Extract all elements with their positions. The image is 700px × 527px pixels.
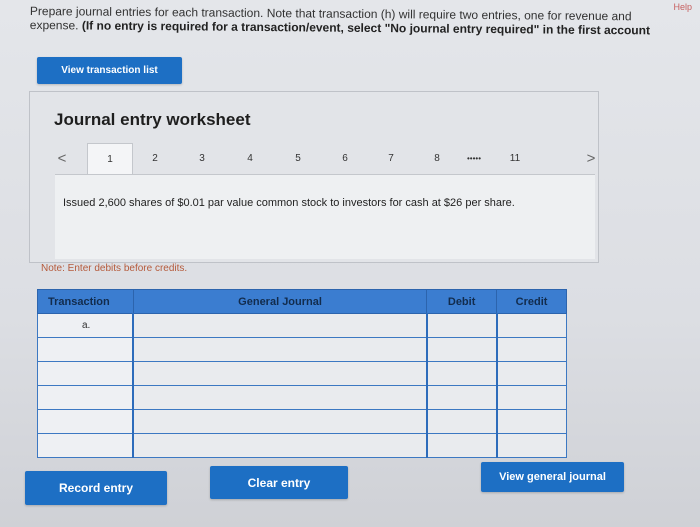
page-background: Help Prepare journal entries for each tr… <box>0 0 700 527</box>
view-general-journal-button[interactable]: View general journal <box>481 462 624 492</box>
debit-input[interactable] <box>425 337 498 362</box>
column-header-general-journal: General Journal <box>132 289 428 314</box>
credit-input[interactable] <box>495 361 567 386</box>
clear-entry-button[interactable]: Clear entry <box>210 466 348 499</box>
worksheet-title: Journal entry worksheet <box>54 110 251 129</box>
prev-page-arrow-icon[interactable]: < <box>52 143 72 173</box>
transaction-description: Issued 2,600 shares of $0.01 par value c… <box>63 197 515 209</box>
credit-input[interactable] <box>495 337 567 362</box>
table-row <box>37 433 567 458</box>
view-transaction-list-button[interactable]: View transaction list <box>37 57 182 84</box>
column-header-credit: Credit <box>496 289 567 314</box>
table-row <box>37 361 567 386</box>
account-select[interactable] <box>132 433 428 458</box>
table-row <box>37 337 567 362</box>
column-header-transaction: Transaction <box>37 289 134 314</box>
debit-input[interactable] <box>425 409 498 434</box>
account-select[interactable] <box>132 409 428 434</box>
page-tab-4[interactable]: 4 <box>240 143 260 173</box>
transaction-description-box: Issued 2,600 shares of $0.01 par value c… <box>55 174 595 259</box>
debit-input[interactable] <box>425 385 498 410</box>
debit-input[interactable] <box>425 313 498 338</box>
account-select[interactable] <box>132 361 428 386</box>
pager-ellipsis: ••••• <box>466 153 481 163</box>
page-tab-11[interactable]: 11 <box>504 143 526 173</box>
table-header-row: Transaction General Journal Debit Credit <box>37 289 567 314</box>
transaction-cell: a. <box>37 313 134 338</box>
page-tab-6[interactable]: 6 <box>335 143 355 173</box>
debit-input[interactable] <box>425 361 498 386</box>
page-tab-5[interactable]: 5 <box>288 143 308 173</box>
account-select[interactable] <box>132 385 428 410</box>
table-row <box>37 385 567 410</box>
table-row: a. <box>37 313 567 338</box>
account-select[interactable] <box>132 337 428 362</box>
debit-input[interactable] <box>425 433 498 458</box>
next-page-arrow-icon[interactable]: > <box>581 143 601 173</box>
transaction-cell <box>37 361 134 386</box>
account-select[interactable] <box>132 313 428 338</box>
worksheet-pager: < 1 2 3 4 5 6 7 8 ••••• 11 > <box>30 143 601 175</box>
page-tab-2[interactable]: 2 <box>145 143 165 173</box>
journal-entry-table: Transaction General Journal Debit Credit… <box>37 289 567 458</box>
transaction-cell <box>37 337 134 362</box>
instructions: Prepare journal entries for each transac… <box>30 4 700 38</box>
debits-before-credits-note: Note: Enter debits before credits. <box>41 263 188 274</box>
credit-input[interactable] <box>495 385 567 410</box>
page-tab-8[interactable]: 8 <box>427 143 447 173</box>
transaction-cell <box>37 409 134 434</box>
transaction-cell <box>37 433 134 458</box>
credit-input[interactable] <box>495 409 567 434</box>
journal-entry-worksheet: Journal entry worksheet < 1 2 3 4 5 6 7 … <box>29 91 599 263</box>
column-header-debit: Debit <box>426 289 498 314</box>
record-entry-button[interactable]: Record entry <box>25 471 167 505</box>
instructions-line-2-normal: expense. <box>29 17 82 33</box>
credit-input[interactable] <box>495 313 567 338</box>
table-row <box>37 409 567 434</box>
page-tab-1[interactable]: 1 <box>87 143 133 175</box>
page-tab-3[interactable]: 3 <box>192 143 212 173</box>
transaction-cell <box>37 385 134 410</box>
credit-input[interactable] <box>495 433 567 458</box>
page-tab-7[interactable]: 7 <box>381 143 401 173</box>
